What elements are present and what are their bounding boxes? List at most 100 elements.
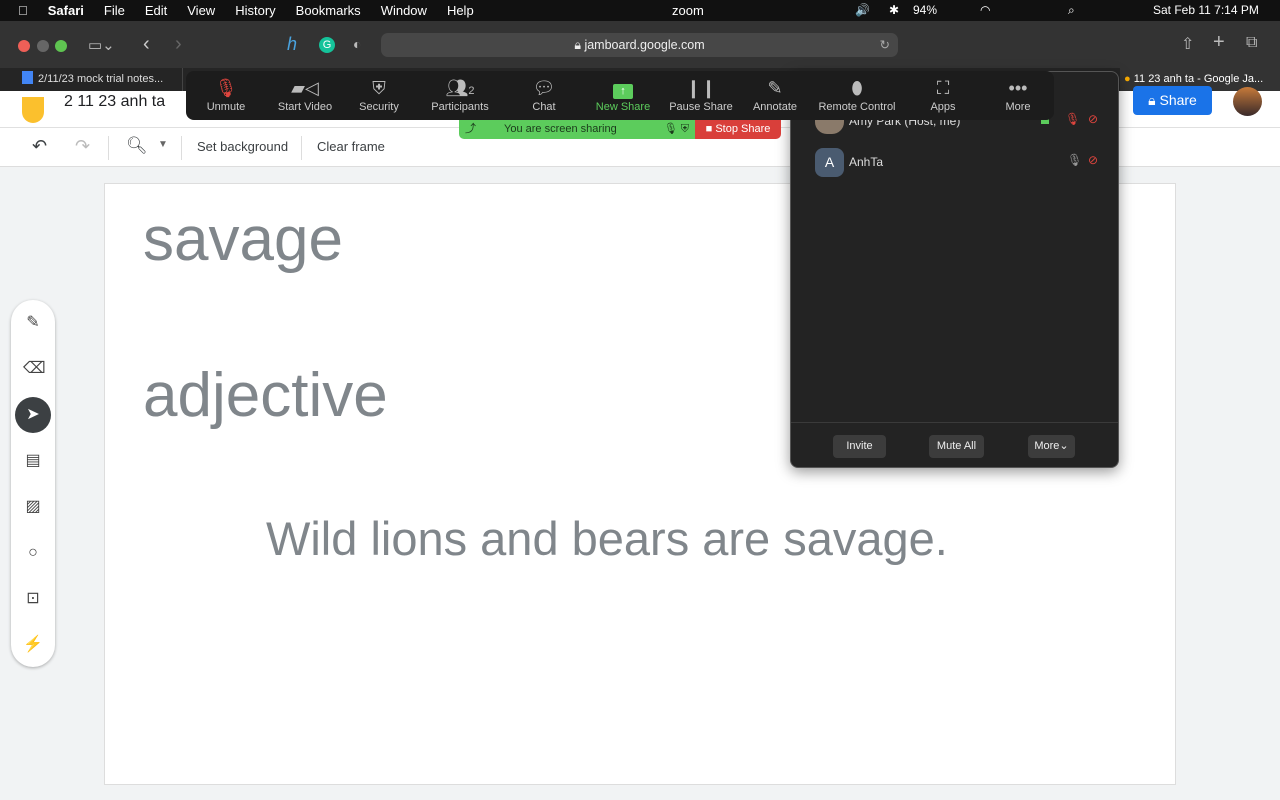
stop-share-button[interactable]: ■ Stop Share: [695, 120, 781, 139]
url-text: jamboard.google.com: [584, 38, 705, 52]
text-box-icon[interactable]: ⊡: [23, 589, 43, 609]
apps-button[interactable]: ⛶ Apps: [924, 75, 962, 113]
unmute-button[interactable]: 🎙︎ Unmute: [200, 75, 252, 113]
annotate-button[interactable]: ✎ Annotate: [750, 75, 800, 113]
clear-frame-button[interactable]: Clear frame: [317, 139, 385, 154]
more-label: More: [1034, 440, 1060, 452]
share-label: Share: [1159, 92, 1197, 108]
jam-title[interactable]: 2 11 23 anh ta: [64, 93, 165, 111]
remote-control-button[interactable]: ⬮ Remote Control: [816, 75, 898, 113]
jamboard-favicon: ●: [1124, 73, 1131, 85]
chat-icon: 💬︎: [532, 78, 556, 98]
undo-icon[interactable]: ↶: [32, 136, 47, 157]
stop-icon: ■: [705, 123, 713, 135]
jamboard-logo[interactable]: [22, 97, 44, 123]
lock-icon: 🔒︎: [574, 38, 585, 52]
tab-label: 11 23 anh ta - Google Ja...: [1133, 73, 1264, 85]
zoom-status-item[interactable]: zoom: [672, 3, 704, 18]
apple-icon[interactable]: : [18, 3, 28, 18]
canvas-text-sentence[interactable]: Wild lions and bears are savage.: [266, 511, 948, 566]
start-video-button[interactable]: ▰◁ Start Video: [272, 75, 338, 113]
tab-overview-icon[interactable]: ⧉: [1246, 34, 1257, 52]
pause-share-button[interactable]: ❙❙ Pause Share: [668, 75, 734, 113]
image-icon[interactable]: ▨: [23, 497, 43, 517]
panel-more-button[interactable]: More⌄: [1028, 435, 1075, 458]
docs-icon: [22, 71, 33, 84]
apps-icon: ⛶: [936, 78, 950, 98]
set-background-button[interactable]: Set background: [197, 139, 288, 154]
lock-icon: 🔒︎: [1148, 92, 1156, 108]
pause-icon: ❙❙: [685, 78, 717, 98]
shield-icon: ⛨: [372, 78, 386, 98]
pen-tool-icon[interactable]: ✎: [23, 313, 43, 333]
menu-history[interactable]: History: [235, 3, 275, 18]
drawing-tools-bar: ✎ ⌫ ➤ ▤ ▨ ○ ⊡ ⚡: [11, 300, 55, 667]
menu-edit[interactable]: Edit: [145, 3, 167, 18]
video-off-icon[interactable]: ⊘: [1088, 153, 1098, 167]
new-share-button[interactable]: ↑ New Share: [592, 75, 654, 113]
participants-panel: Amy Park (Host, me) 🎙︎ ⊘ A AnhTa 🎙︎ ⊘ In…: [790, 71, 1119, 468]
canvas-text-word[interactable]: savage: [143, 204, 343, 275]
mic-icon[interactable]: 🎙︎: [1067, 153, 1082, 167]
video-off-icon[interactable]: ⊘: [1088, 112, 1098, 126]
screen-sharing-indicator[interactable]: ⤴ You are screen sharing 🎙︎ ⛨: [459, 120, 695, 139]
share-icon[interactable]: ⇧: [1181, 34, 1194, 54]
privacy-shield-icon[interactable]: ◐: [353, 36, 361, 52]
sidebar-toggle-icon[interactable]: ▭⌄: [88, 36, 115, 54]
sharing-status-text: You are screen sharing: [504, 123, 617, 135]
chat-button[interactable]: 💬︎ Chat: [524, 75, 564, 113]
zoom-in-icon[interactable]: 🔍︎: [126, 136, 148, 156]
drag-handle-icon[interactable]: ⤴: [465, 123, 476, 135]
spotlight-icon[interactable]: ⌕: [1068, 3, 1075, 18]
volume-icon[interactable]: 🔊: [855, 3, 870, 17]
menu-file[interactable]: File: [104, 3, 125, 18]
mic-shield-icons: 🎙︎ ⛨: [663, 123, 689, 135]
mute-all-button[interactable]: Mute All: [929, 435, 984, 458]
video-off-icon: ▰◁: [291, 78, 319, 98]
back-icon[interactable]: ‹: [143, 33, 150, 56]
grammarly-extension-icon[interactable]: G: [319, 37, 335, 53]
minimize-window-button[interactable]: [37, 40, 49, 52]
account-avatar[interactable]: [1233, 87, 1262, 116]
mic-off-icon: 🎙︎: [214, 78, 238, 98]
clock[interactable]: Sat Feb 11 7:14 PM: [1153, 3, 1259, 17]
people-icon: 👥︎2: [445, 78, 475, 98]
invite-button[interactable]: Invite: [833, 435, 886, 458]
select-tool-icon[interactable]: ➤: [15, 397, 51, 433]
sticky-note-icon[interactable]: ▤: [23, 451, 43, 471]
participants-button[interactable]: 👥︎2 Participants: [426, 75, 494, 113]
address-bar[interactable]: 🔒︎ jamboard.google.com ↻: [381, 33, 898, 57]
mic-muted-icon[interactable]: 🎙︎: [1065, 112, 1080, 126]
share-up-icon: ↑: [592, 75, 654, 101]
menu-bookmarks[interactable]: Bookmarks: [296, 3, 361, 18]
new-tab-icon[interactable]: +: [1213, 31, 1225, 54]
menu-view[interactable]: View: [187, 3, 215, 18]
menu-help[interactable]: Help: [447, 3, 474, 18]
circle-shape-icon[interactable]: ○: [23, 543, 43, 563]
zoom-dropdown-icon[interactable]: ▼: [158, 139, 168, 150]
forward-icon[interactable]: ›: [175, 33, 182, 56]
battery-percent[interactable]: 94%: [913, 3, 937, 17]
mouse-icon: ⬮: [851, 78, 863, 98]
participant-avatar: A: [815, 148, 844, 177]
more-button[interactable]: ••• More: [998, 75, 1038, 113]
menu-app-name[interactable]: Safari: [48, 3, 84, 18]
share-button[interactable]: 🔒︎ Share: [1133, 86, 1212, 115]
canvas-text-part-of-speech[interactable]: adjective: [143, 360, 388, 431]
participant-name[interactable]: AnhTa: [849, 155, 883, 169]
reload-icon[interactable]: ↻: [880, 33, 890, 57]
security-button[interactable]: ⛨ Security: [354, 75, 404, 113]
stop-share-label: Stop Share: [715, 123, 771, 135]
maximize-window-button[interactable]: [55, 40, 67, 52]
bluetooth-icon[interactable]: ✱: [889, 3, 899, 17]
ellipsis-icon: •••: [1008, 78, 1028, 98]
honey-extension-icon[interactable]: h: [287, 34, 297, 55]
wifi-icon[interactable]: ◠: [980, 3, 990, 17]
laser-icon[interactable]: ⚡: [23, 635, 43, 655]
tab-mock-trial-notes[interactable]: 2/11/23 mock trial notes...: [0, 68, 183, 91]
mac-menubar:  Safari File Edit View History Bookmark…: [0, 0, 1280, 21]
menu-window[interactable]: Window: [381, 3, 427, 18]
eraser-tool-icon[interactable]: ⌫: [23, 359, 46, 379]
redo-icon[interactable]: ↷: [75, 136, 90, 157]
close-window-button[interactable]: [18, 40, 30, 52]
